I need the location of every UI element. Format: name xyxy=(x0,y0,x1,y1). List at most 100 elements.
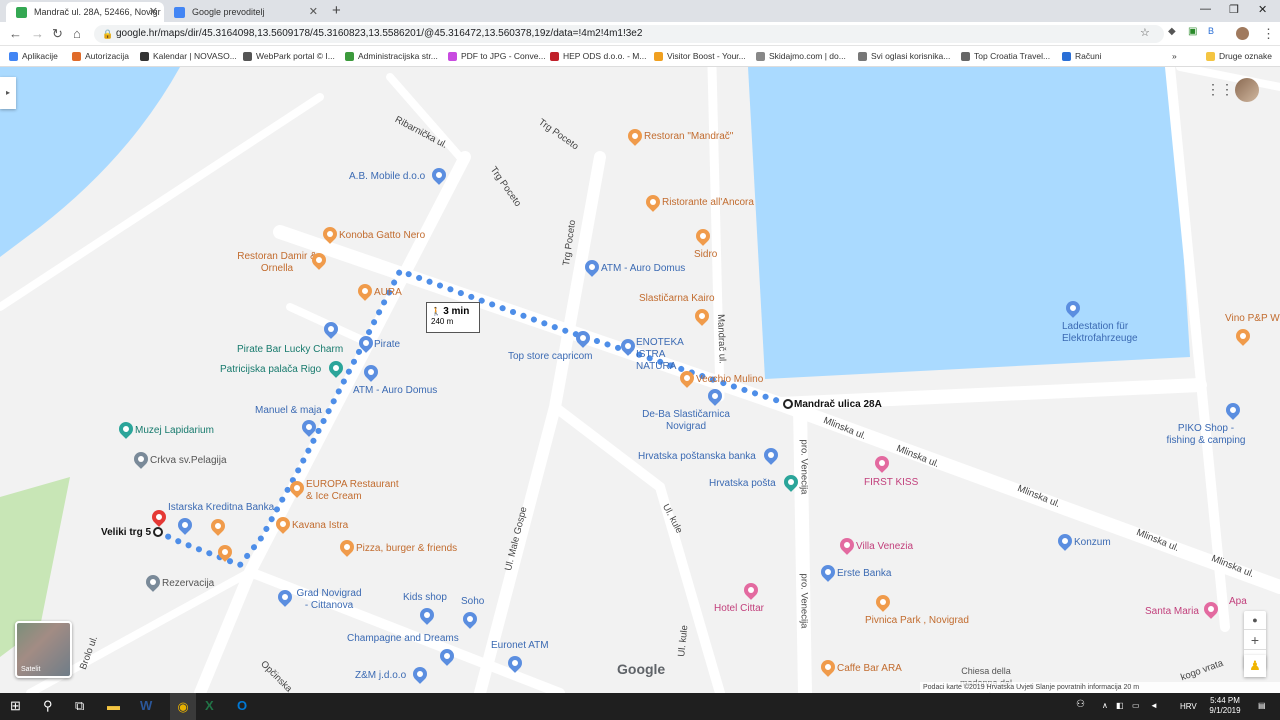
bookmark-item[interactable]: WebPark portal © I... xyxy=(243,49,335,64)
bookmark-item[interactable]: Skidajmo.com | do... xyxy=(756,49,846,64)
bookmark-item[interactable]: Autorizacija xyxy=(72,49,129,64)
poi-label[interactable]: Euronet ATM xyxy=(491,640,549,652)
poi-label[interactable]: Ristorante all'Ancora xyxy=(662,197,754,209)
account-avatar[interactable] xyxy=(1235,78,1259,102)
poi-label[interactable]: Konzum xyxy=(1074,537,1111,549)
poi-label[interactable]: EUROPA Restaurant & Ice Cream xyxy=(306,479,406,503)
tab-maps[interactable]: Mandrač ul. 28A, 52466, Novigr ✕ xyxy=(6,2,164,22)
volume-icon[interactable]: ◄ xyxy=(1150,701,1158,711)
poi-label[interactable]: Apa xyxy=(1229,596,1247,608)
poi-label[interactable]: Hotel Cittar xyxy=(714,603,764,615)
notifications-icon[interactable]: ▤ xyxy=(1258,701,1266,711)
extension-icon[interactable]: ▣ xyxy=(1188,26,1197,37)
poi-label[interactable]: Pirate Bar Lucky Charm xyxy=(237,344,343,356)
poi-label[interactable]: Erste Banka xyxy=(837,568,891,580)
close-tab-icon[interactable]: ✕ xyxy=(149,2,158,22)
poi-label[interactable]: Crkva sv.Pelagija xyxy=(150,455,227,467)
close-tab-icon[interactable]: ✕ xyxy=(309,2,318,22)
poi-label[interactable]: Vino P&P W xyxy=(1225,313,1280,325)
origin-label[interactable]: Veliki trg 5 xyxy=(101,527,151,539)
poi-label[interactable]: Pivnica Park , Novigrad xyxy=(865,615,969,627)
pegman-icon[interactable]: ♟ xyxy=(1244,655,1266,677)
poi-label[interactable]: AURA xyxy=(374,287,402,299)
clock[interactable]: 5:44 PM 9/1/2019 xyxy=(1202,696,1248,716)
bookmark-star-icon[interactable]: ☆ xyxy=(1140,26,1150,39)
bookmark-item[interactable]: Svi oglasi korisnika... xyxy=(858,49,950,64)
poi-label[interactable]: Pirate xyxy=(374,339,400,351)
network-icon[interactable]: ◧ xyxy=(1116,701,1124,711)
menu-kebab-icon[interactable]: ⋮ xyxy=(1262,26,1275,42)
collapse-sidebar-button[interactable]: ▸ xyxy=(0,77,16,109)
profile-avatar[interactable] xyxy=(1236,27,1249,40)
poi-label[interactable]: Hrvatska pošta xyxy=(709,478,776,490)
poi-label[interactable]: Konoba Gatto Nero xyxy=(339,230,425,242)
bookmark-item[interactable]: Računi xyxy=(1062,49,1101,64)
bookmark-item[interactable]: Kalendar | NOVASO... xyxy=(140,49,237,64)
poi-label[interactable]: Manuel & maja xyxy=(255,405,322,417)
new-tab-button[interactable]: + xyxy=(332,2,341,20)
poi-label[interactable]: Slastičarna Kairo xyxy=(639,293,715,305)
origin-dot[interactable] xyxy=(153,527,163,537)
poi-label[interactable]: Vecchio Mulino xyxy=(696,374,763,386)
word-app-icon[interactable]: W xyxy=(140,698,152,713)
minimize-button[interactable]: — xyxy=(1200,3,1211,15)
excel-app-icon[interactable]: X xyxy=(205,698,214,713)
extension-icon[interactable]: ◆ xyxy=(1168,26,1176,37)
poi-label[interactable]: PIKO Shop - fishing & camping xyxy=(1164,423,1248,447)
poi-label[interactable]: Champagne and Dreams xyxy=(347,633,459,645)
poi-label[interactable]: Sidro xyxy=(694,249,717,261)
address-bar[interactable]: 🔒 google.hr/maps/dir/45.3164098,13.56091… xyxy=(94,25,1164,43)
poi-label[interactable]: FIRST KISS xyxy=(864,477,918,489)
chrome-app-icon[interactable]: ◉ xyxy=(170,693,196,720)
more-bookmarks-button[interactable]: » xyxy=(1172,49,1177,64)
poi-label[interactable]: Soho xyxy=(461,596,484,608)
poi-label[interactable]: Pizza, burger & friends xyxy=(356,543,457,555)
close-window-button[interactable]: ✕ xyxy=(1258,3,1267,16)
zoom-in-button[interactable]: + xyxy=(1244,629,1266,649)
poi-label[interactable]: Rezervacija xyxy=(162,578,214,590)
forward-button[interactable]: → xyxy=(31,26,44,41)
destination-dot[interactable] xyxy=(783,399,793,409)
poi-label[interactable]: Muzej Lapidarium xyxy=(135,425,214,437)
poi-label[interactable]: ATM - Auro Domus xyxy=(601,263,685,275)
maximize-button[interactable]: ❐ xyxy=(1229,3,1239,16)
poi-label[interactable]: Z&M j.d.o.o xyxy=(355,670,406,682)
poi-label[interactable]: Istarska Kreditna Banka xyxy=(168,502,274,514)
map-canvas[interactable]: ▸ ⋮⋮⋮ 🚶 3 min 240 m Restoran "Mandrač" R… xyxy=(0,67,1280,693)
poi-label[interactable]: Restoran Damir & Ornella xyxy=(236,251,318,275)
poi-label[interactable]: De-Ba Slastičarnica Novigrad xyxy=(640,409,732,433)
battery-icon[interactable]: ▭ xyxy=(1132,701,1140,711)
task-view-icon[interactable]: ⧉ xyxy=(75,698,84,714)
poi-label[interactable]: Ladestation für Elektrofahrzeuge xyxy=(1062,321,1162,345)
language-indicator[interactable]: HRV xyxy=(1180,702,1197,712)
poi-label[interactable]: Caffe Bar ARA xyxy=(837,663,902,675)
start-button[interactable]: ⊞ xyxy=(10,698,21,714)
poi-label[interactable]: Hrvatska poštanska banka xyxy=(638,451,756,463)
tray-chevron-icon[interactable]: ∧ xyxy=(1102,701,1108,711)
bookmark-item[interactable]: Visitor Boost - Your... xyxy=(654,49,746,64)
file-explorer-icon[interactable]: ▬ xyxy=(107,698,120,713)
poi-label[interactable]: Santa Maria xyxy=(1145,606,1199,618)
outlook-app-icon[interactable]: O xyxy=(237,698,247,713)
poi-label[interactable]: Restoran "Mandrač" xyxy=(644,131,733,143)
bookmark-item[interactable]: Administracijska str... xyxy=(345,49,438,64)
home-button[interactable]: ⌂ xyxy=(73,26,81,41)
tab-translate[interactable]: Google prevoditelj ✕ xyxy=(164,2,324,22)
bookmark-item[interactable]: Top Croatia Travel... xyxy=(961,49,1050,64)
satellite-layer-toggle[interactable]: Satelit xyxy=(15,621,72,678)
destination-label[interactable]: Mandrač ulica 28A xyxy=(794,399,882,411)
back-button[interactable]: ← xyxy=(9,26,22,41)
reload-button[interactable]: ↻ xyxy=(52,26,63,42)
extension-icon[interactable]: B xyxy=(1208,26,1214,36)
bookmark-item[interactable]: Aplikacije xyxy=(9,49,58,64)
poi-label[interactable]: Top store capricom xyxy=(508,351,592,363)
people-icon[interactable]: ⚇ xyxy=(1076,700,1085,710)
poi-label[interactable]: ATM - Auro Domus xyxy=(353,385,437,397)
route-time-box[interactable]: 🚶 3 min 240 m xyxy=(426,302,480,333)
poi-label[interactable]: ENOTEKA ISTRA NATURA xyxy=(636,337,708,373)
poi-label[interactable]: A.B. Mobile d.o.o xyxy=(349,171,425,183)
bookmark-item[interactable]: PDF to JPG - Conve... xyxy=(448,49,546,64)
search-icon[interactable]: ⚲ xyxy=(43,698,53,714)
other-bookmarks-folder[interactable]: Druge oznake xyxy=(1206,49,1272,64)
poi-label[interactable]: Kavana Istra xyxy=(292,520,348,532)
